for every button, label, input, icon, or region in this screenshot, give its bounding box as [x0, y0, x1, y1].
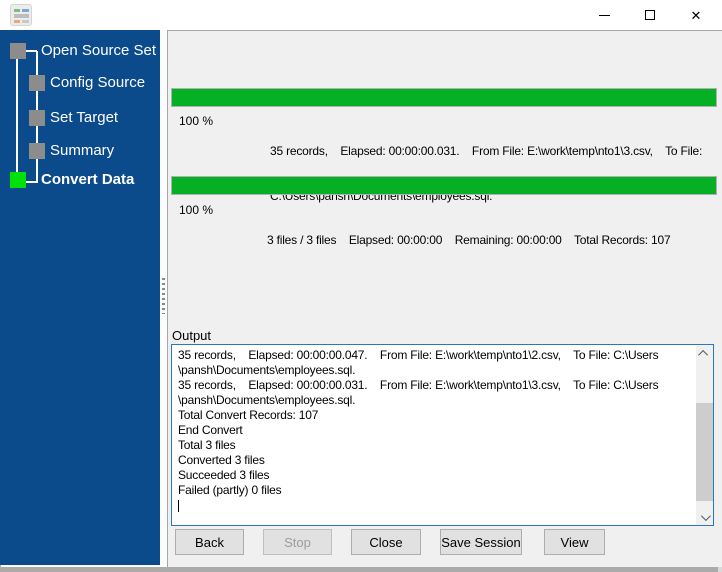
close-icon: ✕ [691, 9, 702, 22]
scrollbar-track[interactable] [696, 361, 713, 509]
file-progress-bar [171, 88, 717, 107]
overall-progress-fill [172, 177, 716, 194]
chevron-down-icon [701, 511, 711, 521]
step-square-summary[interactable] [29, 143, 45, 159]
minimize-icon [599, 15, 610, 16]
scroll-down-button[interactable] [696, 509, 713, 525]
step-square-config-source[interactable] [29, 75, 45, 91]
overall-progress-percent: 100 % [179, 203, 213, 217]
sidebar-item-summary[interactable]: Summary [50, 143, 114, 159]
sidebar-item-convert-data[interactable]: Convert Data [41, 172, 134, 188]
wizard-sidebar: Open Source Set Config Source Set Target… [0, 30, 160, 565]
scroll-up-button[interactable] [696, 345, 713, 361]
output-scrollbar[interactable] [696, 345, 713, 525]
view-button[interactable]: View [544, 529, 605, 555]
step-square-set-target[interactable] [29, 110, 45, 126]
chevron-up-icon [698, 349, 708, 359]
app-window: ✕ Open Source Set Config Source Set Targ… [0, 0, 722, 572]
convert-panel: 100 % 35 records, Elapsed: 00:00:00.031.… [167, 30, 722, 568]
stop-button: Stop [263, 529, 332, 555]
back-button[interactable]: Back [175, 529, 244, 555]
file-progress-fill [172, 89, 716, 106]
tree-connector-line [26, 181, 37, 183]
tree-connector-line [16, 59, 18, 173]
scrollbar-thumb[interactable] [696, 403, 713, 501]
splitter-grip-icon [162, 278, 165, 314]
sidebar-item-config-source[interactable]: Config Source [50, 75, 145, 91]
window-bottom-border [0, 567, 718, 572]
caption-buttons: ✕ [581, 0, 719, 30]
step-square-convert-data-active[interactable] [10, 172, 26, 188]
sidebar-item-open-source-set[interactable]: Open Source Set [41, 43, 156, 59]
overall-progress-bar [171, 176, 717, 195]
output-log[interactable]: 35 records, Elapsed: 00:00:00.047. From … [171, 344, 714, 526]
close-button[interactable]: ✕ [673, 0, 719, 30]
title-bar[interactable]: ✕ [0, 0, 722, 30]
step-square-open-source-set[interactable] [10, 43, 26, 59]
window-bottom-border-end [718, 567, 722, 572]
file-progress-percent: 100 % [179, 114, 213, 128]
output-log-text: 35 records, Elapsed: 00:00:00.047. From … [172, 345, 696, 525]
tree-connector-line [26, 50, 37, 52]
save-session-button[interactable]: Save Session [440, 529, 522, 555]
output-label: Output [172, 328, 211, 343]
minimize-button[interactable] [581, 0, 627, 30]
sidebar-item-set-target[interactable]: Set Target [50, 110, 118, 126]
app-icon [10, 4, 32, 26]
overall-progress-detail: 3 files / 3 files Elapsed: 00:00:00 Rema… [267, 203, 715, 278]
panel-splitter[interactable] [160, 30, 167, 568]
maximize-icon [645, 10, 655, 20]
close-dialog-button[interactable]: Close [351, 529, 421, 555]
text-cursor [178, 500, 179, 512]
maximize-button[interactable] [627, 0, 673, 30]
